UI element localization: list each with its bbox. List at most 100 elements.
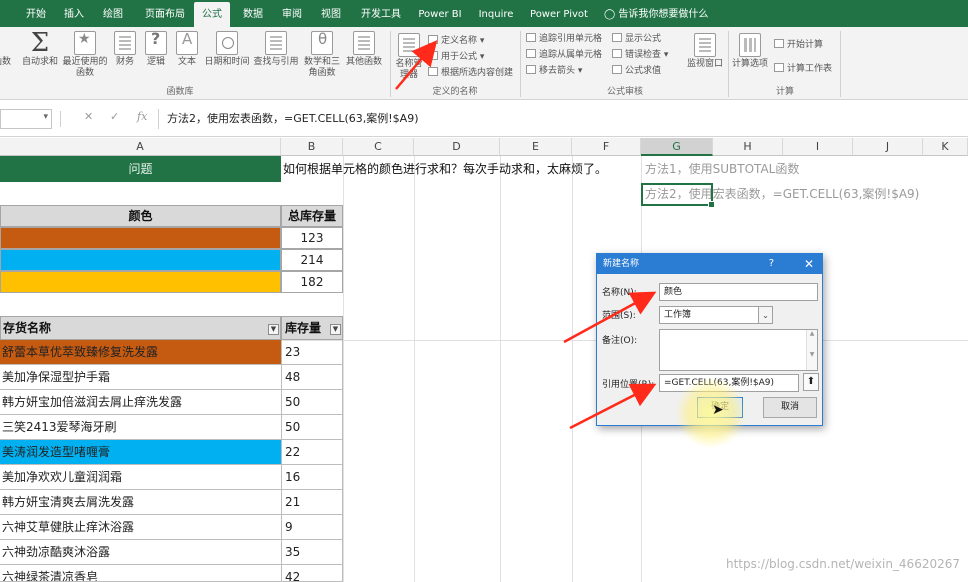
use-in-formula-button[interactable]: 用于公式 ▾ (428, 51, 484, 63)
list-item-name[interactable]: 三笑2413爱琴海牙刷 (0, 415, 281, 440)
list-item-name[interactable]: 舒蕾本草优萃致臻修复洗发露 (0, 340, 281, 365)
show-formulas-button[interactable]: 显示公式 (612, 33, 661, 45)
column-header-e[interactable]: E (500, 138, 572, 156)
calc-now-button[interactable]: 开始计算 (774, 39, 823, 51)
watermark-text: https://blog.csdn.net/weixin_46620267 (725, 557, 960, 571)
tab-page-layout[interactable]: 页面布局 (138, 0, 192, 27)
text-button[interactable]: 文本 (174, 31, 200, 68)
comment-textarea[interactable]: ▲ ▼ (659, 329, 818, 371)
tab-power-bi[interactable]: Power BI (414, 0, 466, 27)
column-header-a[interactable]: A (0, 138, 281, 156)
evaluate-formula-button[interactable]: 公式求值 (612, 65, 661, 77)
problem-title-cell[interactable]: 问题 (0, 156, 281, 182)
column-header-g[interactable]: G (641, 138, 713, 156)
chevron-down-icon[interactable]: ⌄ (758, 307, 772, 323)
list-item-qty[interactable]: 23 (281, 340, 343, 365)
list-item-qty[interactable]: 48 (281, 365, 343, 390)
summary-header-total[interactable]: 总库存量 (281, 205, 343, 227)
datetime-button[interactable]: 日期和时间 (204, 31, 250, 68)
insert-function-icon[interactable]: fx (137, 110, 147, 123)
column-header-i[interactable]: I (783, 138, 853, 156)
column-header-f[interactable]: F (572, 138, 641, 156)
name-field[interactable]: 颜色 (659, 283, 818, 301)
list-header-name[interactable]: 存货名称 ▼ (0, 316, 281, 340)
scrollbar[interactable]: ▲ ▼ (806, 330, 817, 370)
list-item-name[interactable]: 美涛润发造型啫喱膏 (0, 440, 281, 465)
list-item-name[interactable]: 六神艾草健肤止痒沐浴露 (0, 515, 281, 540)
list-item-name[interactable]: 美加净保湿型护手霜 (0, 365, 281, 390)
column-header-c[interactable]: C (343, 138, 414, 156)
list-item-qty[interactable]: 21 (281, 490, 343, 515)
math-button[interactable]: 数学和三角函数 (304, 31, 340, 79)
tab-developer[interactable]: 开发工具 (355, 0, 407, 27)
enter-icon[interactable]: ✓ (110, 110, 119, 123)
list-item-qty[interactable]: 35 (281, 540, 343, 565)
ribbon-formulas: 函数 Σ自动求和 最近使用的函数 财务 逻辑 文本 日期和时间 查找与引用 数学… (0, 27, 968, 100)
column-header-k[interactable]: K (923, 138, 968, 156)
trace-precedents-button[interactable]: 追踪引用单元格 (526, 33, 602, 45)
insert-function-button[interactable]: 函数 (0, 57, 12, 68)
tab-formulas[interactable]: 公式 (194, 2, 230, 30)
tab-view[interactable]: 视图 (315, 0, 347, 27)
cancel-button[interactable]: 取消 (763, 397, 817, 418)
summary-value[interactable]: 214 (281, 249, 343, 271)
list-item-qty[interactable]: 50 (281, 415, 343, 440)
summary-color-swatch[interactable] (0, 249, 281, 271)
list-item-name[interactable]: 韩方妍宝清爽去屑洗发露 (0, 490, 281, 515)
list-item-name[interactable]: 六神劲凉酷爽沐浴露 (0, 540, 281, 565)
logical-button[interactable]: 逻辑 (143, 31, 169, 68)
summary-value[interactable]: 123 (281, 227, 343, 249)
list-item-name[interactable]: 美加净欢欢儿童润润霜 (0, 465, 281, 490)
cancel-icon[interactable]: ✕ (84, 110, 93, 123)
list-item-qty[interactable]: 42 (281, 565, 343, 582)
list-item-name[interactable]: 韩方妍宝加倍滋润去屑止痒洗发露 (0, 390, 281, 415)
list-item-qty[interactable]: 9 (281, 515, 343, 540)
tab-power-pivot[interactable]: Power Pivot (526, 0, 592, 27)
more-functions-button[interactable]: 其他函数 (344, 31, 384, 68)
method-1-note[interactable]: 方法1，使用SUBTOTAL函数 (645, 158, 799, 180)
recent-functions-button[interactable]: 最近使用的函数 (62, 31, 108, 79)
scope-select[interactable]: 工作簿 ⌄ (659, 306, 773, 324)
summary-color-swatch[interactable] (0, 227, 281, 249)
column-header-j[interactable]: J (853, 138, 923, 156)
create-from-selection-button[interactable]: 根据所选内容创建 (428, 67, 513, 79)
list-item-qty[interactable]: 50 (281, 390, 343, 415)
help-icon[interactable]: ? (769, 254, 774, 274)
name-manager-button[interactable]: 名称管理器 (394, 33, 424, 81)
filter-dropdown-icon[interactable]: ▼ (330, 324, 341, 335)
tab-draw[interactable]: 绘图 (97, 0, 129, 27)
summary-value[interactable]: 182 (281, 271, 343, 293)
formula-input[interactable]: 方法2，使用宏表函数，=GET.CELL(63,案例!$A9) (158, 109, 968, 129)
calc-sheet-button[interactable]: 计算工作表 (774, 63, 832, 75)
autosum-button[interactable]: Σ 自动求和 (20, 30, 60, 68)
define-name-button[interactable]: 定义名称 ▾ (428, 35, 484, 47)
list-item-qty[interactable]: 16 (281, 465, 343, 490)
tab-inquire[interactable]: Inquire (474, 0, 518, 27)
list-header-qty[interactable]: 库存量 ▼ (281, 316, 343, 340)
tab-insert[interactable]: 插入 (58, 0, 90, 27)
name-box[interactable]: ▾ (0, 109, 52, 129)
question-text[interactable]: 如何根据单元格的颜色进行求和？每次手动求和，太麻烦了。 (283, 156, 643, 182)
trace-dependents-button[interactable]: 追踪从属单元格 (526, 49, 602, 61)
tab-home[interactable]: 开始 (20, 0, 52, 27)
chevron-down-icon[interactable]: ▾ (43, 112, 48, 122)
list-item-qty[interactable]: 22 (281, 440, 343, 465)
tab-review[interactable]: 审阅 (276, 0, 308, 27)
collapse-dialog-button[interactable]: ⬆ (803, 373, 819, 391)
tab-data[interactable]: 数据 (237, 0, 269, 27)
summary-color-swatch[interactable] (0, 271, 281, 293)
error-checking-button[interactable]: 错误检查 ▾ (612, 49, 668, 61)
lookup-button[interactable]: 查找与引用 (253, 31, 299, 68)
column-header-b[interactable]: B (281, 138, 343, 156)
remove-arrows-button[interactable]: 移去箭头 ▾ (526, 65, 582, 77)
tell-me-search[interactable]: ◯ 告诉我你想要做什么 (604, 0, 708, 27)
filter-dropdown-icon[interactable]: ▼ (268, 324, 279, 335)
watch-window-button[interactable]: 监视窗口 (684, 33, 726, 70)
column-header-h[interactable]: H (713, 138, 783, 156)
calculation-options-button[interactable]: 计算选项 (730, 33, 770, 70)
financial-button[interactable]: 财务 (112, 31, 138, 68)
summary-header-color[interactable]: 颜色 (0, 205, 281, 227)
list-item-name[interactable]: 六神绿茶清凉香皂 (0, 565, 281, 582)
close-icon[interactable]: ✕ (804, 254, 814, 274)
column-header-d[interactable]: D (414, 138, 500, 156)
